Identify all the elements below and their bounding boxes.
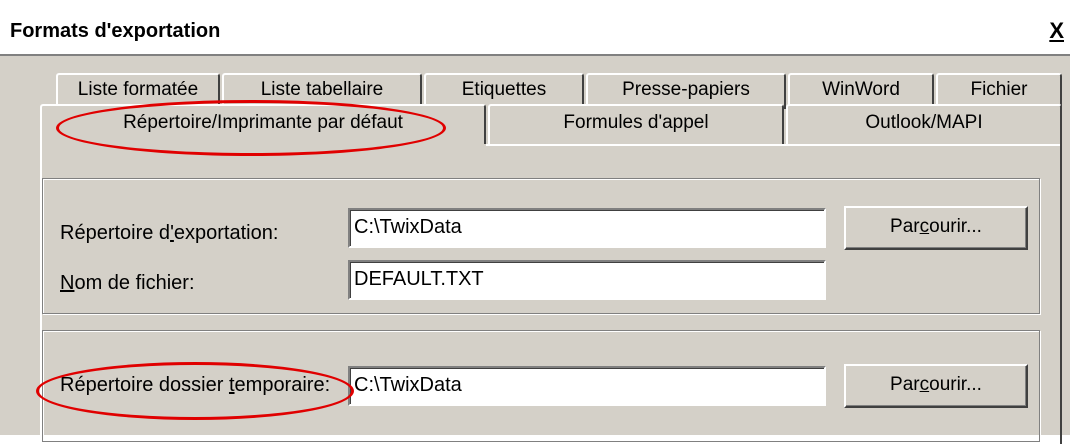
tab-repertoire-imprimante[interactable]: Répertoire/Imprimante par défaut bbox=[40, 104, 486, 144]
tab-label: Etiquettes bbox=[461, 79, 547, 100]
tab-label: WinWord bbox=[822, 79, 900, 100]
dialog-title: Formats d'exportation bbox=[10, 20, 221, 42]
tab-label: Formules d'appel bbox=[563, 112, 709, 133]
tab-outlook-mapi[interactable]: Outlook/MAPI bbox=[786, 104, 1062, 144]
export-directory-field[interactable]: C:\TwixData bbox=[348, 208, 826, 248]
export-formats-dialog: Formats d'exportation X Liste formatée L… bbox=[0, 0, 1070, 444]
tab-label: Répertoire/Imprimante par défaut bbox=[123, 112, 403, 133]
temp-directory-field[interactable]: C:\TwixData bbox=[348, 366, 826, 406]
tab-label: Presse-papiers bbox=[622, 79, 750, 100]
title-bar: Formats d'exportation X bbox=[0, 0, 1070, 56]
browse-temp-button[interactable]: Parcourir... bbox=[844, 364, 1028, 408]
export-directory-label: Répertoire d'exportation: bbox=[60, 222, 279, 244]
tab-formules-appel[interactable]: Formules d'appel bbox=[488, 104, 784, 144]
temp-directory-label: Répertoire dossier temporaire: bbox=[60, 374, 331, 396]
tab-label: Fichier bbox=[970, 79, 1028, 100]
tab-label: Liste tabellaire bbox=[260, 79, 384, 100]
file-name-label: Nom de fichier: bbox=[60, 272, 195, 294]
tab-label: Liste formatée bbox=[77, 79, 199, 100]
browse-export-button[interactable]: Parcourir... bbox=[844, 206, 1028, 250]
file-name-field[interactable]: DEFAULT.TXT bbox=[348, 260, 826, 300]
tab-label: Outlook/MAPI bbox=[865, 112, 983, 133]
close-icon[interactable]: X bbox=[1049, 18, 1064, 44]
